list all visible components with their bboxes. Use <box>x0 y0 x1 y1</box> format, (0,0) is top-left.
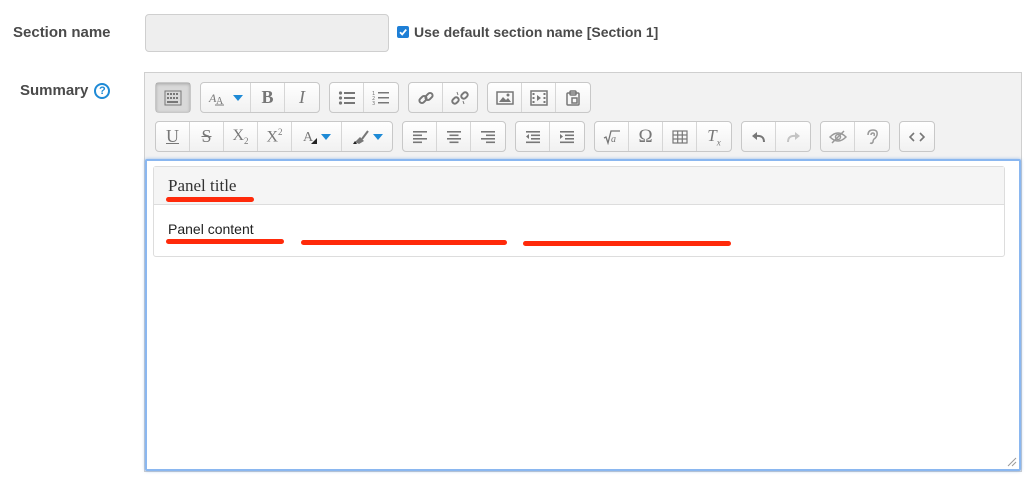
annotation-underline <box>166 239 284 244</box>
background-color-icon[interactable] <box>342 122 392 151</box>
ordered-list-icon[interactable]: 123 <box>364 83 398 112</box>
unordered-list-icon[interactable] <box>330 83 364 112</box>
subscript-icon[interactable]: X2 <box>224 122 258 151</box>
toolbar-toggle-icon[interactable] <box>156 83 190 112</box>
image-icon[interactable] <box>488 83 522 112</box>
manage-files-icon[interactable] <box>556 83 590 112</box>
editor-content-area[interactable]: Panel title Panel content <box>145 159 1021 471</box>
summary-label-wrap: Summary ? <box>20 82 111 99</box>
toolbar-group <box>741 121 811 152</box>
toolbar-group: 123 <box>329 82 399 113</box>
media-icon[interactable] <box>522 83 556 112</box>
toolbar-group <box>408 82 478 113</box>
toolbar-group <box>899 121 935 152</box>
atto-editor: AA B I 123 U S X2 X2 A a Ω Tx Panel titl… <box>144 72 1022 472</box>
toolbar-group <box>820 121 890 152</box>
toolbar-group: AA B I <box>200 82 320 113</box>
help-icon[interactable]: ? <box>94 82 111 99</box>
resize-handle-icon[interactable] <box>1007 457 1017 467</box>
toolbar-row-1: AA B I 123 <box>155 82 600 113</box>
panel-heading[interactable]: Panel title <box>154 167 1004 205</box>
unlink-icon[interactable] <box>443 83 477 112</box>
use-default-checkbox-row[interactable]: Use default section name [Section 1] <box>397 24 658 40</box>
screen-reader-helper-icon[interactable] <box>855 122 889 151</box>
section-name-input[interactable] <box>145 14 389 52</box>
toolbar-row-2: U S X2 X2 A a Ω Tx <box>155 121 944 152</box>
checkbox-checked-icon[interactable] <box>397 26 409 38</box>
annotation-underline <box>166 197 254 202</box>
panel-content: Panel content <box>168 221 254 237</box>
toolbar-group <box>487 82 591 113</box>
equation-icon[interactable]: a <box>595 122 629 151</box>
redo-icon[interactable] <box>776 122 810 151</box>
toolbar-group <box>155 82 191 113</box>
clear-formatting-icon[interactable]: Tx <box>697 122 731 151</box>
indent-icon[interactable] <box>550 122 584 151</box>
panel-body[interactable]: Panel content <box>154 205 1004 253</box>
annotation-underline <box>301 240 507 245</box>
table-icon[interactable] <box>663 122 697 151</box>
superscript-icon[interactable]: X2 <box>258 122 292 151</box>
align-left-icon[interactable] <box>403 122 437 151</box>
undo-icon[interactable] <box>742 122 776 151</box>
summary-label: Summary <box>20 82 89 99</box>
bold-icon[interactable]: B <box>251 83 285 112</box>
panel[interactable]: Panel title Panel content <box>153 166 1005 257</box>
toolbar-group <box>402 121 506 152</box>
section-name-label: Section name <box>13 24 111 41</box>
accessibility-checker-icon[interactable] <box>821 122 855 151</box>
svg-text:3: 3 <box>372 101 375 106</box>
annotation-underline <box>523 241 731 246</box>
align-right-icon[interactable] <box>471 122 505 151</box>
align-center-icon[interactable] <box>437 122 471 151</box>
font-style-icon[interactable]: AA <box>201 83 251 112</box>
use-default-label: Use default section name [Section 1] <box>414 24 659 40</box>
link-icon[interactable] <box>409 83 443 112</box>
toolbar-group: a Ω Tx <box>594 121 732 152</box>
underline-icon[interactable]: U <box>156 122 190 151</box>
special-character-icon[interactable]: Ω <box>629 122 663 151</box>
outdent-icon[interactable] <box>516 122 550 151</box>
html-icon[interactable] <box>900 122 934 151</box>
toolbar-group <box>515 121 585 152</box>
panel-title: Panel title <box>168 176 237 195</box>
svg-text:a: a <box>611 134 616 145</box>
toolbar-group: U S X2 X2 A <box>155 121 393 152</box>
strikethrough-icon[interactable]: S <box>190 122 224 151</box>
font-color-icon[interactable]: A <box>292 122 342 151</box>
italic-icon[interactable]: I <box>285 83 319 112</box>
